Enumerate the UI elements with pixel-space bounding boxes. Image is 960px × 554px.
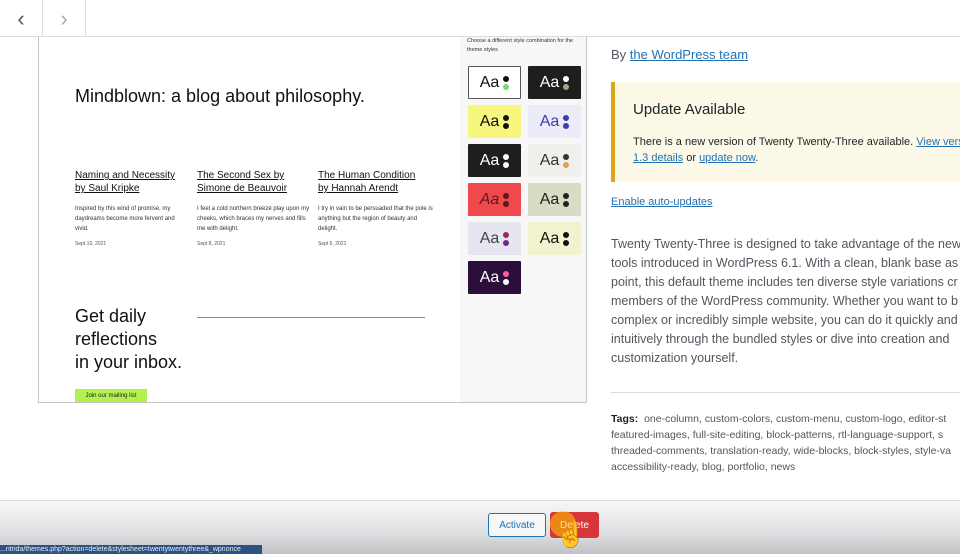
version-details-link[interactable]: 1.3 details — [633, 152, 683, 164]
swatch-color-dot — [503, 114, 510, 121]
swatch-color-dot — [503, 122, 510, 129]
swatch-color-dot — [503, 153, 510, 160]
preview-post-date: Sept 10, 2021 — [75, 241, 107, 247]
swatch-color-dot — [503, 239, 510, 246]
preview-cta-heading: Get daily reflections in your inbox. — [75, 306, 183, 372]
swatch-color-dot — [563, 83, 570, 90]
style-variation-swatch[interactable]: Aa — [528, 144, 581, 177]
swatch-color-dot — [563, 192, 570, 199]
style-variation-swatch[interactable]: Aa — [528, 105, 581, 138]
style-variation-swatch[interactable]: Aa — [468, 144, 521, 177]
style-variations-panel: Choose a different style combination for… — [460, 37, 586, 402]
previous-theme-button[interactable]: ‹ — [0, 0, 43, 37]
style-variation-swatch[interactable]: Aa — [528, 183, 581, 216]
swatch-label: Aa — [539, 190, 560, 208]
swatch-color-dot — [563, 153, 570, 160]
swatch-label: Aa — [539, 112, 560, 130]
theme-nav-bar: ‹ › — [0, 0, 960, 37]
activate-button[interactable]: Activate — [488, 513, 546, 537]
preview-post: The Second Sex by Simone de Beauvoir I fe… — [197, 169, 312, 247]
swatch-label: Aa — [539, 229, 560, 247]
swatch-label: Aa — [539, 151, 560, 169]
author-link[interactable]: the WordPress team — [630, 47, 748, 62]
swatch-label: Aa — [539, 73, 560, 91]
next-theme-button[interactable]: › — [43, 0, 86, 37]
swatch-color-dot — [563, 239, 570, 246]
swatch-color-dot — [503, 270, 510, 277]
update-now-link[interactable]: update now — [699, 152, 755, 164]
preview-blog-title: Mindblown: a blog about philosophy. — [75, 86, 365, 106]
hand-cursor-icon: ☝ — [556, 522, 586, 549]
preview-post: The Human Condition by Hannah Arendt I tr… — [318, 169, 433, 247]
swatch-color-dot — [503, 192, 510, 199]
theme-screenshot: Mindblown: a blog about philosophy. Nami… — [38, 37, 587, 403]
style-variation-swatch[interactable]: Aa — [468, 222, 521, 255]
update-notice-text: There is a new version of Twenty Twenty-… — [633, 134, 960, 166]
preview-post-title: Naming and Necessity by Saul Kripke — [75, 170, 176, 194]
theme-tags: Tags: one-column, custom-colors, custom-… — [611, 413, 952, 473]
swatch-color-dot — [503, 75, 510, 82]
style-variation-swatch[interactable]: Aa — [528, 222, 581, 255]
style-variations-caption: Choose a different style combination for… — [467, 38, 573, 53]
swatch-color-dot — [563, 75, 570, 82]
preview-post-date: Sept 8, 2021 — [197, 241, 226, 247]
swatch-color-dots — [563, 114, 570, 129]
style-variation-swatch[interactable]: Aa — [468, 261, 521, 294]
swatch-label: Aa — [479, 73, 500, 91]
swatch-label: Aa — [479, 268, 500, 286]
preview-post-excerpt: Inspired by this wind of promise, my day… — [75, 206, 175, 232]
preview-post-title: The Human Condition by Hannah Arendt — [318, 170, 416, 194]
swatch-color-dots — [563, 192, 570, 207]
update-notice-title: Update Available — [633, 101, 746, 118]
swatch-color-dot — [563, 122, 570, 129]
swatch-color-dots — [503, 153, 510, 168]
swatch-color-dot — [503, 231, 510, 238]
style-variation-swatch[interactable]: Aa — [468, 66, 521, 99]
swatch-color-dots — [503, 231, 510, 246]
style-variation-swatch[interactable]: Aa — [468, 105, 521, 138]
chevron-left-icon: ‹ — [17, 5, 25, 31]
swatch-label: Aa — [479, 112, 500, 130]
swatch-color-dot — [503, 278, 510, 285]
swatch-color-dots — [563, 153, 570, 168]
swatch-color-dots — [503, 114, 510, 129]
preview-post-excerpt: I feel a cold northern breeze play upon … — [197, 206, 310, 232]
swatch-color-dots — [503, 270, 510, 285]
swatch-color-dot — [563, 114, 570, 121]
swatch-color-dots — [503, 75, 510, 90]
preview-post-date: Sept 6, 2021 — [318, 241, 347, 247]
swatch-label: Aa — [479, 190, 500, 208]
browser-status-bar: ...ntrida/themes.php?action=delete&style… — [0, 545, 262, 554]
theme-description: Twenty Twenty-Three is designed to take … — [611, 237, 960, 365]
preview-post-title: The Second Sex by Simone de Beauvoir — [197, 170, 288, 194]
swatch-color-dot — [563, 161, 570, 168]
swatch-color-dot — [563, 231, 570, 238]
swatch-color-dot — [503, 83, 510, 90]
swatch-label: Aa — [479, 151, 500, 169]
swatch-label: Aa — [479, 229, 500, 247]
preview-join-button: Join our mailing list — [75, 389, 147, 402]
details-divider — [611, 392, 960, 393]
theme-author: By the WordPress team — [611, 47, 749, 62]
preview-divider — [197, 317, 425, 318]
swatch-color-dots — [503, 192, 510, 207]
update-notice: Update Available There is a new version … — [611, 82, 960, 182]
swatch-color-dots — [563, 231, 570, 246]
style-variation-swatch[interactable]: Aa — [528, 66, 581, 99]
swatch-color-dot — [503, 161, 510, 168]
tags-label: Tags: — [611, 413, 639, 425]
swatch-color-dots — [563, 75, 570, 90]
enable-auto-updates-link[interactable]: Enable auto-updates — [611, 196, 713, 208]
preview-post-excerpt: I try in vain to be persuaded that the p… — [318, 206, 433, 232]
chevron-right-icon: › — [60, 5, 68, 31]
swatch-color-dot — [563, 200, 570, 207]
style-variation-swatch[interactable]: Aa — [468, 183, 521, 216]
blog-preview: Mindblown: a blog about philosophy. Nami… — [39, 37, 460, 402]
view-version-details-link[interactable]: View vers — [916, 136, 960, 148]
preview-post: Naming and Necessity by Saul Kripke Inspi… — [75, 169, 190, 247]
swatch-color-dot — [503, 200, 510, 207]
